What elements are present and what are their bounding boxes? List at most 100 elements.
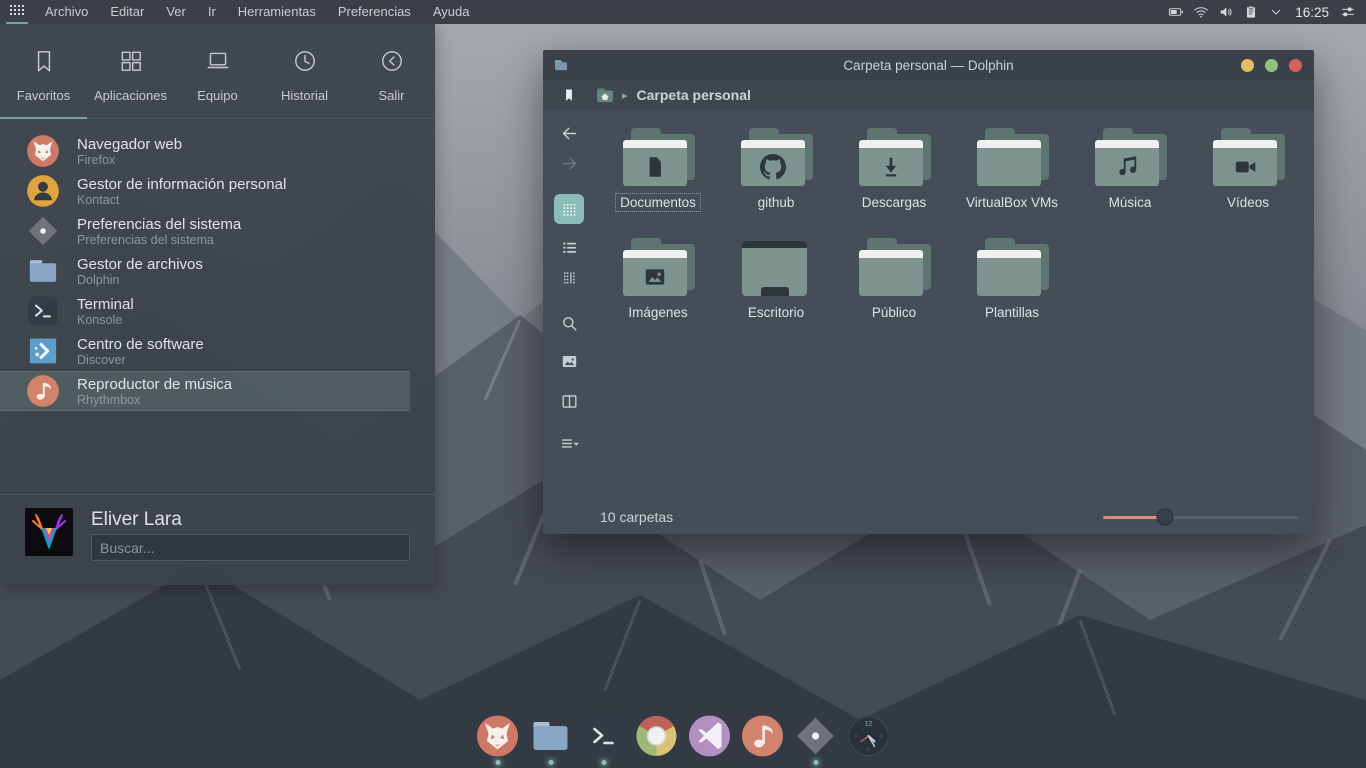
dock-item-rhythmbox[interactable] <box>741 714 785 767</box>
clock-analog-icon: 12369 <box>847 714 891 758</box>
settings-diamond-icon <box>26 214 60 248</box>
tab-historial[interactable]: Historial <box>261 38 348 119</box>
back-button[interactable] <box>552 118 586 148</box>
sliders-icon[interactable] <box>1340 4 1356 20</box>
location-toolbar: ▸ Carpeta personal <box>543 80 1314 110</box>
svg-text:9: 9 <box>854 734 857 740</box>
dock-item-file-manager[interactable] <box>529 714 573 767</box>
running-indicator <box>495 760 500 765</box>
laptop-icon <box>205 48 231 79</box>
places-bookmark-icon[interactable] <box>543 87 595 103</box>
app-item-centro-de-software[interactable]: Centro de softwareDiscover <box>0 331 410 371</box>
launcher-panel: Favoritos AplicacionesEquipoHistorialSali… <box>0 24 435 585</box>
details-view-icon <box>560 268 579 287</box>
home-folder-icon[interactable] <box>595 85 615 105</box>
document-emblem-icon <box>642 154 668 180</box>
menubar-item-archivo[interactable]: Archivo <box>34 0 99 24</box>
folder-item-publico[interactable]: Público <box>835 238 953 342</box>
volume-icon[interactable] <box>1218 4 1234 20</box>
menubar-item-ayuda[interactable]: Ayuda <box>422 0 481 24</box>
menubar-item-preferencias[interactable]: Preferencias <box>327 0 422 24</box>
folder-label: Plantillas <box>980 303 1044 322</box>
zoom-slider[interactable] <box>1103 516 1298 519</box>
dock-item-terminal[interactable] <box>582 714 626 767</box>
menubar-item-ir[interactable]: Ir <box>197 0 227 24</box>
maximize-button[interactable] <box>1265 59 1278 72</box>
folder-item-plantillas[interactable]: Plantillas <box>953 238 1071 342</box>
preview-button[interactable] <box>552 346 586 376</box>
tab-label: Favoritos <box>17 88 70 103</box>
split-button[interactable] <box>552 386 586 416</box>
avatar[interactable] <box>25 508 73 556</box>
close-button[interactable] <box>1289 59 1302 72</box>
dock-item-clock-widget[interactable]: 12369 <box>847 714 891 767</box>
app-item-navegador-web[interactable]: Navegador webFirefox <box>0 131 410 171</box>
search-input[interactable] <box>91 534 410 561</box>
dock-item-system-settings[interactable] <box>794 714 838 767</box>
icons-view-button[interactable] <box>554 194 584 224</box>
tab-equipo[interactable]: Equipo <box>174 38 261 119</box>
dock-item-vscode[interactable] <box>688 714 732 767</box>
app-title: Gestor de información personal <box>77 176 286 193</box>
history-icon <box>292 48 318 79</box>
running-indicator <box>654 760 659 765</box>
zoom-slider-handle[interactable] <box>1157 509 1174 526</box>
breadcrumb-separator: ▸ <box>622 89 628 102</box>
app-title: Navegador web <box>77 136 182 153</box>
tab-salir[interactable]: Salir <box>348 38 435 119</box>
folder-view[interactable]: DocumentosgithubDescargasVirtualBox VMsM… <box>595 110 1314 500</box>
battery-icon[interactable] <box>1168 4 1184 20</box>
minimize-button[interactable] <box>1241 59 1254 72</box>
window-title: Carpeta personal — Dolphin <box>543 58 1314 73</box>
tray-clock[interactable]: 16:25 <box>1295 5 1329 20</box>
app-launcher-button[interactable] <box>0 0 34 24</box>
tab-favoritos[interactable]: Favoritos <box>0 38 87 119</box>
folder-item-escritorio[interactable]: Escritorio <box>717 238 835 342</box>
app-item-terminal[interactable]: TerminalKonsole <box>0 291 410 331</box>
menubar: ArchivoEditarVerIrHerramientasPreferenci… <box>34 0 480 24</box>
folder-item-virtualbox-vms[interactable]: VirtualBox VMs <box>953 128 1071 232</box>
folder-icon <box>739 128 813 186</box>
wifi-icon[interactable] <box>1193 4 1209 20</box>
app-subtitle: Firefox <box>77 153 182 167</box>
folder-item-github[interactable]: github <box>717 128 835 232</box>
dock-item-firefox[interactable] <box>476 714 520 767</box>
app-item-reproductor-de-musica[interactable]: Reproductor de músicaRhythmbox <box>0 371 410 411</box>
breadcrumb-label[interactable]: Carpeta personal <box>637 87 751 103</box>
folder-grid: DocumentosgithubDescargasVirtualBox VMsM… <box>595 110 1314 342</box>
folder-item-musica[interactable]: Música <box>1071 128 1189 232</box>
menubar-item-herramientas[interactable]: Herramientas <box>227 0 327 24</box>
running-indicator <box>601 760 606 765</box>
folder-item-documentos[interactable]: Documentos <box>599 128 717 232</box>
app-item-gestor-de-informacion-personal[interactable]: Gestor de información personalKontact <box>0 171 410 211</box>
compact-view-button[interactable] <box>552 232 586 262</box>
folder-icon <box>621 238 695 296</box>
window-folder-icon <box>553 57 569 73</box>
folder-icon <box>857 238 931 296</box>
app-item-gestor-de-archivos[interactable]: Gestor de archivosDolphin <box>0 251 410 291</box>
folder-icon <box>1211 128 1285 186</box>
app-item-preferencias-del-sistema[interactable]: Preferencias del sistemaPreferencias del… <box>0 211 410 251</box>
running-indicator <box>760 760 765 765</box>
folder-item-descargas[interactable]: Descargas <box>835 128 953 232</box>
dock-item-chrome[interactable] <box>635 714 679 767</box>
hamburger-menu-button[interactable] <box>552 428 586 458</box>
menubar-item-ver[interactable]: Ver <box>155 0 197 24</box>
folder-icon <box>857 128 931 186</box>
details-view-button[interactable] <box>552 262 586 292</box>
menubar-item-editar[interactable]: Editar <box>99 0 155 24</box>
firefox-icon <box>476 714 520 758</box>
folder-item-imagenes[interactable]: Imágenes <box>599 238 717 342</box>
dolphin-sidebar <box>543 110 595 500</box>
grid4-icon <box>118 48 144 79</box>
chevron-down-icon[interactable] <box>1268 4 1284 20</box>
titlebar[interactable]: Carpeta personal — Dolphin <box>543 50 1314 80</box>
forward-button[interactable] <box>552 148 586 178</box>
folder-item-videos[interactable]: Vídeos <box>1189 128 1307 232</box>
tab-aplicaciones[interactable]: Aplicaciones <box>87 38 174 119</box>
folder-icon <box>975 128 1049 186</box>
desktop-folder-icon <box>739 238 813 296</box>
clipboard-icon[interactable] <box>1243 4 1259 20</box>
search-icon <box>560 314 579 333</box>
search-button[interactable] <box>552 308 586 338</box>
